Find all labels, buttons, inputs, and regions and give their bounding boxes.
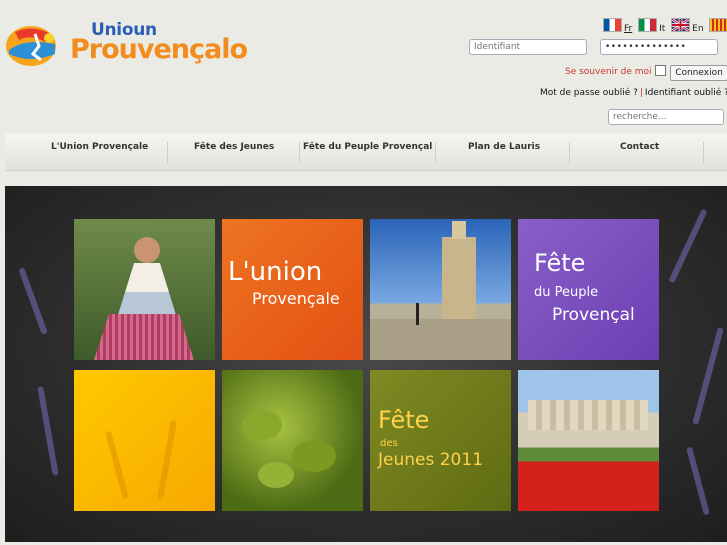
remember-me-checkbox[interactable] [655, 65, 666, 76]
flag-italy-icon [638, 18, 658, 32]
hero-banner: L'union Provençale Fête du Peuple Proven… [5, 186, 727, 542]
language-selector: Fr It En Pr [603, 18, 727, 34]
nav-divider [435, 142, 436, 164]
main-nav: L'Union Provençale Fête des Jeunes Fête … [5, 134, 727, 171]
forgot-password-link[interactable]: Mot de passe oublié ? [540, 88, 638, 98]
tile-olives-photo[interactable] [222, 370, 363, 511]
lavender-watermark [157, 420, 177, 500]
tile-church-photo[interactable] [370, 219, 511, 360]
logo-emblem-icon [6, 26, 56, 66]
lavender-decoration [692, 326, 724, 426]
username-input[interactable] [469, 39, 587, 55]
olive-image [258, 462, 294, 488]
flag-uk-icon [671, 18, 691, 32]
nav-item-fete-du-peuple[interactable]: Fête du Peuple Provençal [303, 142, 432, 152]
logo-line-2: Prouvençalo [70, 34, 248, 65]
tile-village-photo[interactable] [518, 370, 659, 511]
lang-fr-label[interactable]: Fr [624, 24, 632, 34]
nav-item-union-provencale[interactable]: L'Union Provençale [51, 142, 148, 152]
lavender-decoration [37, 386, 59, 476]
cross-icon [416, 303, 419, 325]
woman-skirt-pattern [94, 314, 194, 360]
tile-jeunes-line-3: Jeunes 2011 [378, 450, 484, 470]
tile-peuple-line-3: Provençal [552, 305, 635, 325]
church-spire-image [452, 221, 466, 239]
lavender-decoration [686, 446, 710, 516]
nav-divider [167, 142, 168, 164]
login-button[interactable]: Connexion [670, 65, 727, 81]
lavender-decoration [668, 208, 708, 284]
tile-union-line-2: Provençale [252, 289, 340, 308]
tile-peuple-line-2: du Peuple [534, 285, 599, 300]
tile-yellow[interactable] [74, 370, 215, 511]
lavender-decoration [18, 267, 48, 335]
lang-en[interactable]: En [671, 18, 704, 34]
flag-provence-icon [709, 18, 727, 32]
nav-item-contact[interactable]: Contact [620, 142, 659, 152]
tile-woman-photo[interactable] [74, 219, 215, 360]
search-input[interactable] [608, 109, 724, 125]
lang-it[interactable]: It [638, 18, 665, 34]
olive-image [242, 410, 282, 440]
forgot-links: Mot de passe oublié ? | Identifiant oublié… [540, 88, 727, 98]
tile-peuple-line-1: Fête [534, 249, 586, 277]
tile-fete-des-jeunes[interactable]: Fête des Jeunes 2011 [370, 370, 511, 511]
tile-union-provencale[interactable]: L'union Provençale [222, 219, 363, 360]
olive-image [292, 440, 336, 472]
nav-divider [569, 142, 570, 164]
forgot-username-link[interactable]: Identifiant oublié ? [645, 88, 727, 98]
woman-figure-image [134, 237, 160, 263]
password-input[interactable] [600, 39, 718, 55]
tile-union-line-1: L'union [228, 257, 323, 287]
lang-it-label[interactable]: It [659, 24, 665, 34]
tile-jeunes-line-1: Fête [378, 406, 430, 434]
tile-jeunes-line-2: des [380, 438, 398, 449]
lavender-watermark [105, 430, 129, 500]
village-houses-image [528, 400, 648, 430]
nav-divider [703, 142, 704, 164]
lang-fr[interactable]: Fr [603, 18, 632, 34]
site-logo[interactable]: Unioun Prouvençalo [5, 20, 248, 72]
lang-en-label[interactable]: En [692, 24, 703, 34]
church-building-image [370, 319, 511, 360]
nav-divider [299, 142, 300, 164]
flag-france-icon [603, 18, 622, 32]
nav-item-fete-des-jeunes[interactable]: Fête des Jeunes [194, 142, 274, 152]
forgot-separator: | [639, 88, 643, 98]
remember-me-label: Se souvenir de moi [565, 67, 652, 77]
tile-fete-du-peuple[interactable]: Fête du Peuple Provençal [518, 219, 659, 360]
nav-item-plan-de-lauris[interactable]: Plan de Lauris [468, 142, 540, 152]
lang-pr[interactable]: Pr [709, 18, 727, 34]
